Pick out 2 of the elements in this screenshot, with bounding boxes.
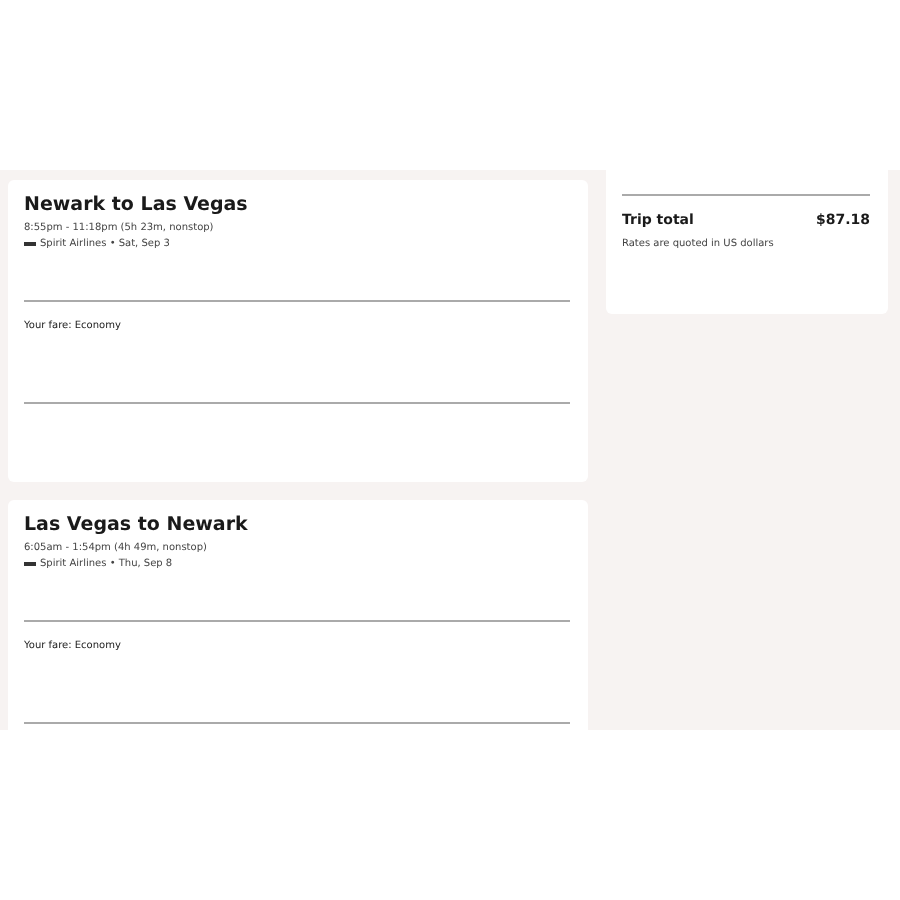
flight-title: Las Vegas to Newark: [24, 514, 250, 536]
flight-title: Newark to Las Vegas: [24, 194, 250, 216]
